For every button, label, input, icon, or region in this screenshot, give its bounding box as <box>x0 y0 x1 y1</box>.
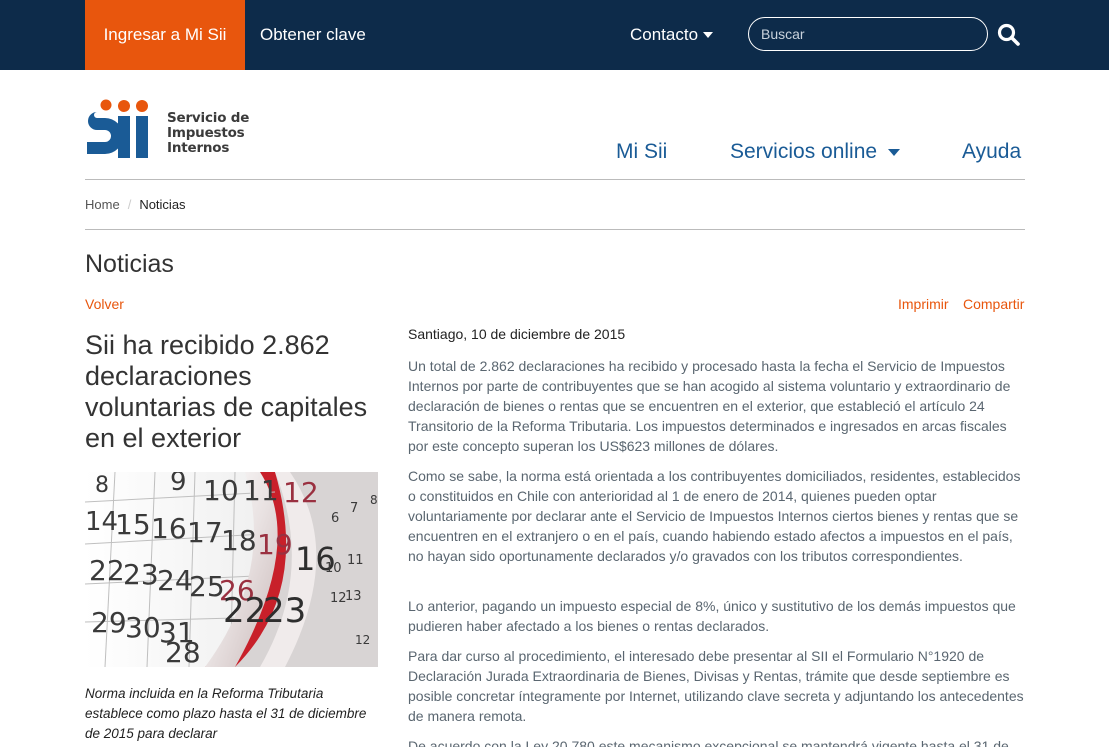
imprimir-link[interactable]: Imprimir <box>898 296 949 312</box>
svg-text:14: 14 <box>85 507 118 537</box>
svg-text:8: 8 <box>370 493 378 507</box>
compartir-link[interactable]: Compartir <box>963 296 1024 312</box>
nav-servicios-online-label: Servicios online <box>730 140 878 163</box>
obtener-clave-link[interactable]: Obtener clave <box>260 0 366 70</box>
logo-line-1: Servicio de <box>167 110 250 126</box>
article-paragraph: De acuerdo con la Ley 20.780 este mecani… <box>408 738 1009 747</box>
svg-text:29: 29 <box>91 606 127 639</box>
contacto-dropdown[interactable]: Contacto <box>630 0 714 70</box>
nav-ayuda[interactable]: Ayuda <box>962 140 1021 164</box>
breadcrumb-home-link[interactable]: Home <box>85 197 120 212</box>
svg-text:12: 12 <box>355 633 370 647</box>
svg-text:17: 17 <box>187 516 223 549</box>
article-paragraph: Para dar curso al procedimiento, el inte… <box>408 648 1024 724</box>
article-paragraph: Un total de 2.862 declaraciones ha recib… <box>408 358 1011 454</box>
top-bar: Ingresar a Mi Sii Obtener clave Contacto <box>0 0 1109 70</box>
svg-text:18: 18 <box>221 524 257 557</box>
article-image: 8 9 10 11 12 14 15 16 17 18 19 16 22 23 … <box>85 472 378 667</box>
svg-text:23: 23 <box>123 558 159 591</box>
svg-text:24: 24 <box>157 564 193 597</box>
svg-text:9: 9 <box>170 472 187 497</box>
chevron-down-icon <box>887 148 900 156</box>
obtener-clave-label: Obtener clave <box>260 25 366 44</box>
breadcrumb: Home / Noticias <box>85 197 186 212</box>
sii-logo-mark <box>87 99 148 158</box>
svg-text:16: 16 <box>151 512 187 545</box>
nav-mi-sii[interactable]: Mi Sii <box>616 140 667 164</box>
svg-text:22: 22 <box>89 554 125 587</box>
calendar-photo: 8 9 10 11 12 14 15 16 17 18 19 16 22 23 … <box>85 472 378 667</box>
search-icon <box>997 23 1020 46</box>
svg-text:30: 30 <box>125 611 161 644</box>
svg-text:10: 10 <box>203 474 239 507</box>
breadcrumb-separator: / <box>127 197 132 212</box>
logo-line-3: Internos <box>167 140 230 156</box>
chevron-down-icon <box>703 32 714 38</box>
breadcrumb-current: Noticias <box>139 197 186 212</box>
image-caption: Norma incluida en la Reforma Tributaria … <box>85 686 367 741</box>
ingresar-mi-sii-button[interactable]: Ingresar a Mi Sii <box>85 0 245 70</box>
contacto-label: Contacto <box>630 25 699 44</box>
nav-servicios-online[interactable]: Servicios online <box>730 140 900 164</box>
article-headline: Sii ha recibido 2.862 declaraciones volu… <box>85 330 368 453</box>
volver-link[interactable]: Volver <box>85 296 124 312</box>
page-title: Noticias <box>85 250 174 278</box>
svg-text:19: 19 <box>257 528 293 561</box>
svg-text:11: 11 <box>243 474 279 507</box>
svg-text:13: 13 <box>345 589 362 604</box>
svg-text:7: 7 <box>350 501 358 516</box>
nav-mi-sii-label: Mi Sii <box>616 140 668 163</box>
search-input[interactable] <box>748 17 988 51</box>
svg-text:8: 8 <box>95 473 109 498</box>
svg-text:11: 11 <box>347 553 364 568</box>
ingresar-mi-sii-label: Ingresar a Mi Sii <box>103 25 227 44</box>
article-paragraph: Como se sabe, la norma está orientada a … <box>408 468 1021 564</box>
breadcrumb-divider <box>85 229 1025 230</box>
svg-text:12: 12 <box>283 476 319 509</box>
svg-text:6: 6 <box>331 511 339 526</box>
header-divider <box>85 179 1025 180</box>
article-paragraph: Lo anterior, pagando un impuesto especia… <box>408 598 1016 634</box>
svg-text:10: 10 <box>325 561 342 576</box>
article-date: Santiago, 10 de diciembre de 2015 <box>408 326 626 342</box>
svg-text:15: 15 <box>115 508 151 541</box>
svg-text:22: 22 <box>223 591 266 631</box>
nav-ayuda-label: Ayuda <box>962 140 1022 163</box>
search-button[interactable] <box>996 22 1022 48</box>
svg-text:28: 28 <box>165 636 201 667</box>
svg-text:23: 23 <box>263 591 306 631</box>
logo-text: Servicio de Impuestos Internos <box>167 111 249 156</box>
logo-line-2: Impuestos <box>167 125 245 141</box>
